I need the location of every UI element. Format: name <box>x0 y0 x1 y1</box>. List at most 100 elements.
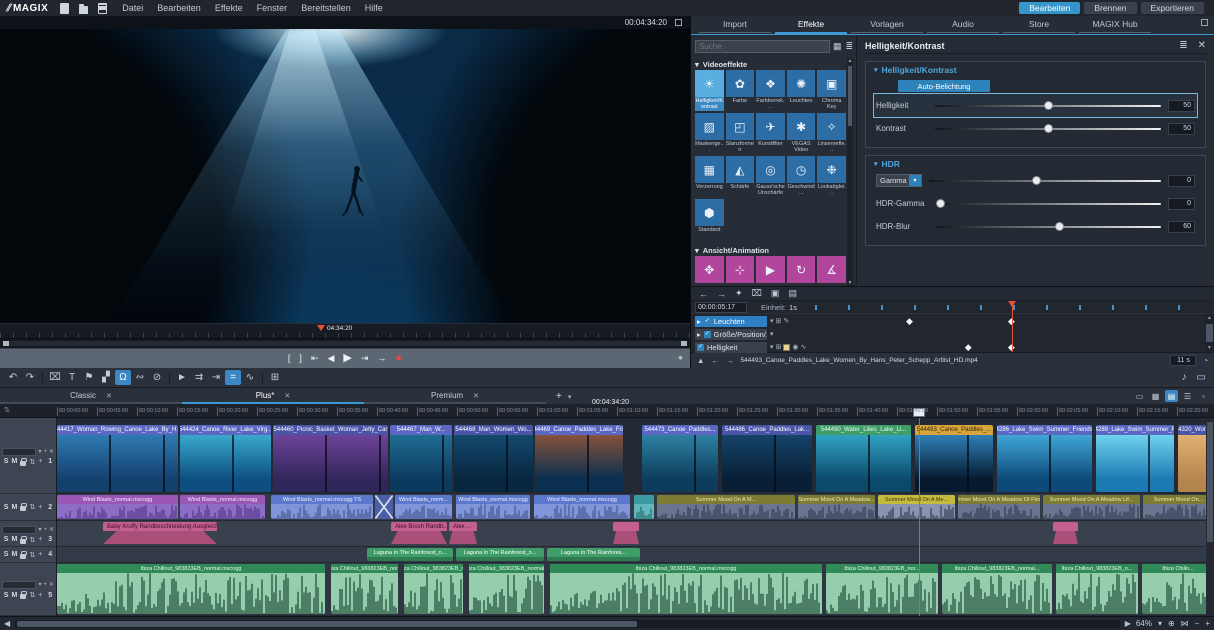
slider-track[interactable] <box>935 226 1161 228</box>
effect-tile-maskenge-[interactable]: ▨Maskenge... <box>695 113 724 154</box>
video-clip[interactable]: 544493_Canoe_Paddles_... <box>915 425 993 492</box>
add-icon[interactable]: ⊞ <box>776 317 782 325</box>
video-clip[interactable]: 564289_Lake_Swim_Summer_Fr... <box>1096 425 1174 492</box>
menu-fenster[interactable]: Fenster <box>250 3 295 13</box>
track-height-icon[interactable]: ⇅ <box>4 406 10 414</box>
audio-clip[interactable]: Summer Mood On A M... <box>657 495 795 519</box>
detach-icon[interactable]: ▫ <box>1197 390 1210 402</box>
track-name-field[interactable] <box>2 526 36 534</box>
effects-scrollbar[interactable]: ▲ ▼ <box>847 58 853 286</box>
zoom-out-icon[interactable]: − <box>1195 619 1200 628</box>
next-object-icon[interactable]: → <box>726 356 734 365</box>
preview-options-icon[interactable]: ⌖ <box>678 353 683 364</box>
scrollbar-thumb[interactable] <box>1207 422 1213 542</box>
effect-tile-farbe[interactable]: ✿Farbe <box>726 70 755 111</box>
track-height-icon[interactable]: ⇅ <box>29 536 35 544</box>
storyboard-mode-icon[interactable]: ▭ <box>1133 390 1146 402</box>
scroll-up-icon[interactable]: ▲ <box>847 58 853 64</box>
effect-tile-kunstfilter[interactable]: ✈Kunstfilter <box>756 113 785 154</box>
tab-import[interactable]: Import <box>699 17 771 33</box>
effect-group-header[interactable]: ▾Videoeffekte <box>695 58 846 70</box>
tab-vorlagen[interactable]: Vorlagen <box>851 17 923 33</box>
timeline-tab-classic[interactable]: Classic✕ <box>0 391 182 404</box>
scrollbar-thumb[interactable] <box>1206 324 1213 342</box>
add-track-icon[interactable]: + <box>43 449 47 455</box>
expand-icon[interactable]: ▸ <box>697 317 701 326</box>
prev-keyframe-icon[interactable]: ← <box>699 289 708 299</box>
curve-icon[interactable]: ∿ <box>801 343 807 351</box>
add-icon[interactable]: ⊞ <box>776 343 782 351</box>
track-lane-4[interactable]: Laguna In The Rainforest_n...Laguna In T… <box>57 547 1206 563</box>
close-icon[interactable]: ✕ <box>49 582 54 588</box>
lock-icon[interactable] <box>20 506 26 511</box>
audio-clip[interactable]: Ibiza Chillout_983823EB_n... <box>1056 564 1138 614</box>
copy-keyframe-icon[interactable]: ▣ <box>771 288 780 299</box>
effect-tile-lookabglei-[interactable]: ❉Lookabglei... <box>817 156 846 197</box>
slider-track[interactable] <box>935 203 1161 205</box>
menu-bearbeiten[interactable]: Bearbeiten <box>150 3 208 13</box>
scroll-left-icon[interactable]: ◀ <box>4 619 10 628</box>
dropdown-icon[interactable]: ▾ <box>770 317 774 325</box>
multicam-icon[interactable]: ☰ <box>1181 390 1194 402</box>
slider-value[interactable]: 50 <box>1168 100 1195 112</box>
track-height-icon[interactable]: ⇅ <box>29 458 35 466</box>
tab-magix-hub[interactable]: MAGIX Hub <box>1079 17 1151 33</box>
mute-button[interactable]: M <box>11 504 17 511</box>
jump-end-icon[interactable]: → <box>377 354 386 363</box>
audio-clip[interactable]: Ibiza Chillout_983823EB_normal.mxcogg <box>550 564 822 614</box>
audio-clip[interactable]: Wind Blasts_normal.mxcogg <box>57 495 178 519</box>
curve-mode-icon[interactable]: ∿ <box>242 370 258 385</box>
parameter-name[interactable]: ▸✓Leuchten <box>695 316 767 327</box>
solo-button[interactable]: S <box>4 536 9 543</box>
slider-handle[interactable] <box>1044 101 1053 110</box>
next-frame-icon[interactable]: ⇥ <box>361 354 369 363</box>
add-icon[interactable]: + <box>38 458 42 465</box>
lock-icon[interactable] <box>20 539 26 544</box>
solo-button[interactable]: S <box>4 504 9 511</box>
editor-close-icon[interactable]: ✕ <box>1198 40 1206 51</box>
audio-clip[interactable]: Wind Blasts_normal.mxcogg <box>534 495 630 519</box>
effect-tile-standard[interactable]: ⬢Standard <box>695 199 724 240</box>
mouse-mode-icon[interactable]: ► <box>174 370 190 385</box>
timeline-playhead[interactable] <box>919 418 920 616</box>
redo-icon[interactable]: ↷ <box>22 370 38 385</box>
play-icon[interactable]: ▶ <box>343 353 351 364</box>
close-icon[interactable]: ✕ <box>49 449 54 455</box>
timeline-ruler[interactable]: ⇅ 00:00:00:0000:00:05:0000:00:10:0000:00… <box>0 404 1214 418</box>
new-project-icon[interactable] <box>60 3 69 14</box>
chevron-down-icon[interactable]: ▾ <box>38 527 41 533</box>
solo-button[interactable]: S <box>4 551 9 558</box>
grid-view-icon[interactable]: ▦ <box>833 41 842 52</box>
slider-value[interactable]: 0 <box>1168 175 1195 187</box>
title-clip[interactable]: Alex Brush Randb... <box>391 522 447 545</box>
audio-clip[interactable]: Summer Mood On A Me... <box>878 495 955 519</box>
lock-icon[interactable] <box>20 594 26 599</box>
effect-tile-section-crop-icon[interactable]: ⊹ <box>726 256 755 286</box>
track-lane-3[interactable]: Baby Kruffy Randbeschneidung Ausgleich..… <box>57 521 1206 547</box>
slider-value[interactable]: 60 <box>1168 221 1195 233</box>
audio-clip[interactable]: Wind Blasts_normal.mxcogg <box>456 495 530 519</box>
keyframe-lane[interactable]: ◆◆ <box>812 315 1204 327</box>
keyframe-row-helligkeit[interactable]: ✓Helligkeit▾⊞◉∿◆◆ <box>691 341 1204 353</box>
zoom-fit-icon[interactable]: ⊕ <box>1168 619 1175 628</box>
scroll-down-icon[interactable]: ▼ <box>1205 345 1214 351</box>
zoom-range-icon[interactable]: ⋈ <box>1181 619 1189 628</box>
video-clip[interactable]: 544460_Picnic_Basket_Woman_Jetty_Car <box>273 425 388 492</box>
range-out-icon[interactable]: ] <box>299 354 302 363</box>
range-handle-right[interactable] <box>681 341 687 346</box>
scroll-down-icon[interactable]: ▼ <box>847 280 853 286</box>
track-lane-1[interactable]: 544417_Woman_Rowing_Canoe_Lake_By_H...54… <box>57 418 1206 494</box>
effect-tile-chroma-key[interactable]: ▣Chroma Key <box>817 70 846 111</box>
keyframe-playhead[interactable] <box>1012 301 1013 352</box>
video-clip[interactable]: 544469_Canoe_Paddles_Lake_Fri... <box>535 425 623 492</box>
slider-track[interactable] <box>935 128 1161 130</box>
video-clip[interactable]: 564320_Women... <box>1178 425 1206 492</box>
video-clip[interactable]: 544486_Canoe_Paddles_Lak... <box>722 425 812 492</box>
scroll-right-icon[interactable]: ▶ <box>1125 619 1131 628</box>
add-tab-icon[interactable]: + <box>556 391 562 402</box>
parameter-checkbox[interactable]: ✓ <box>697 344 704 351</box>
crossfade-icon[interactable] <box>375 495 393 519</box>
object-stretch-icon[interactable]: = <box>225 370 241 385</box>
auto-exposure-button[interactable]: Auto-Belichtung <box>898 80 990 92</box>
effect-tile-position-size-icon[interactable]: ✥ <box>695 256 724 286</box>
